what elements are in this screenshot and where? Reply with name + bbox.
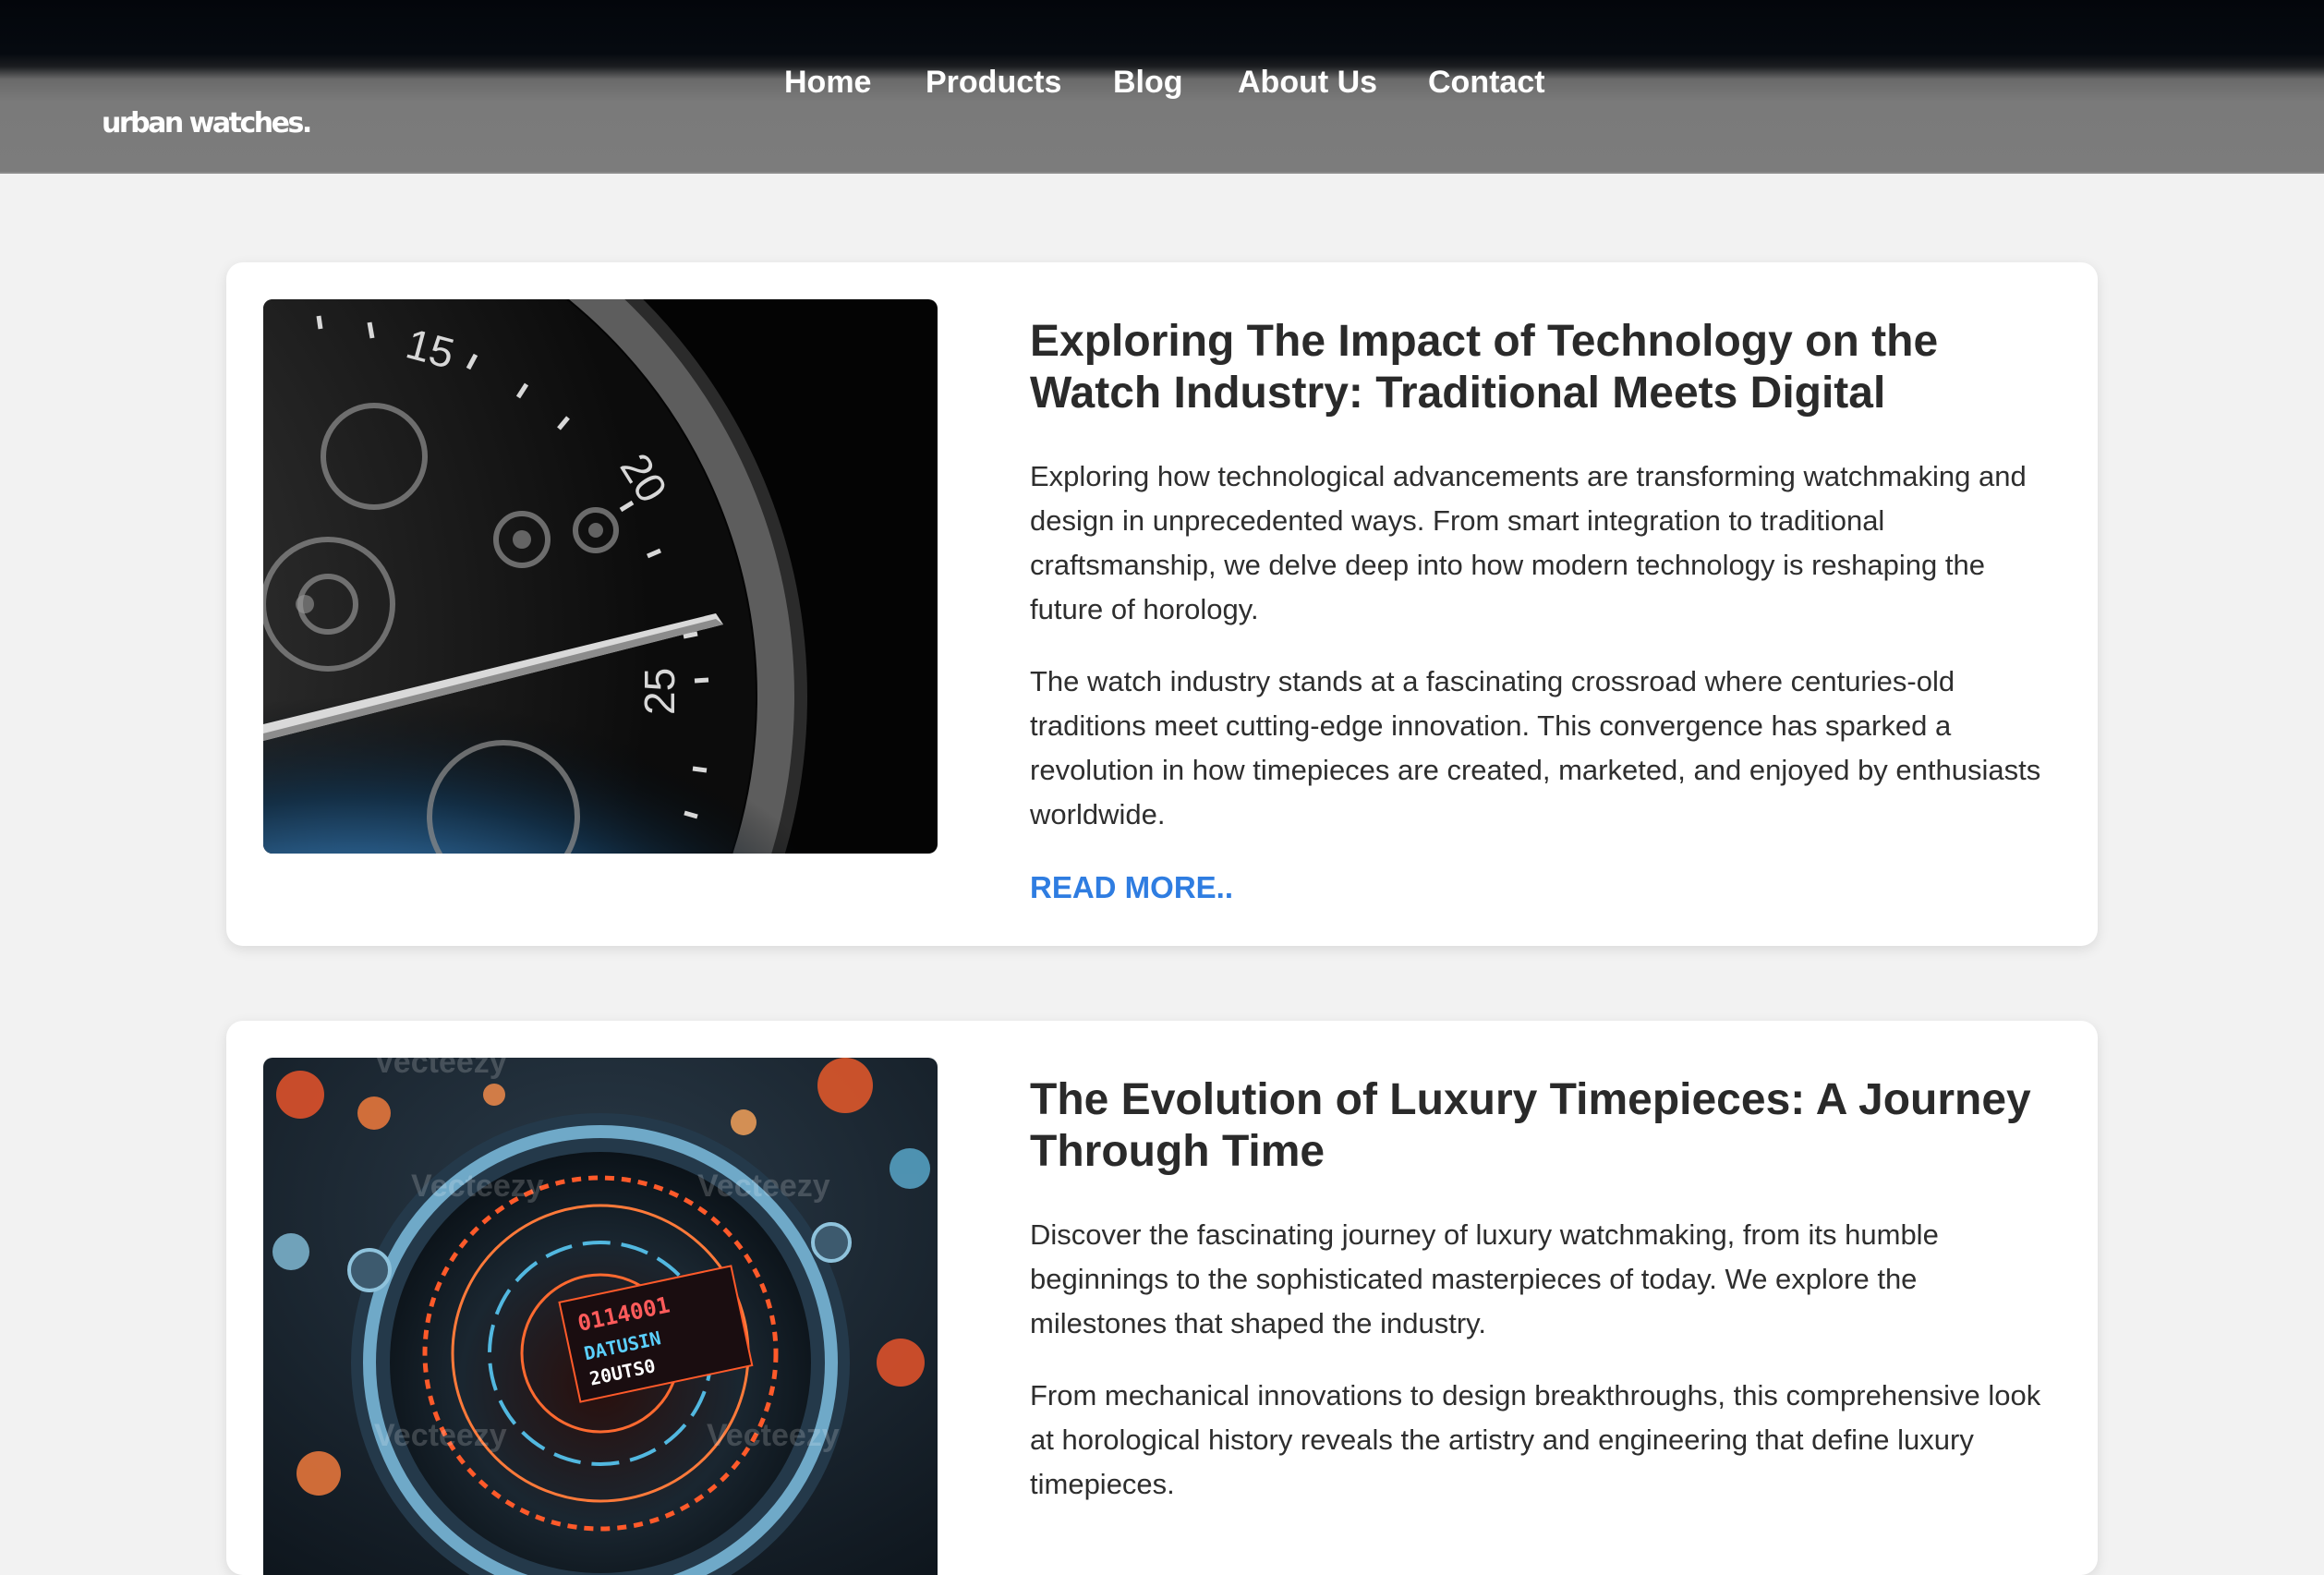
image-watermark-3: Vecteezy [697, 1169, 830, 1204]
post-image-watch-bezel[interactable]: 15 20 25 [263, 299, 938, 854]
image-watermark-1: Vecteezy [374, 1058, 507, 1080]
svg-text:25: 25 [635, 668, 684, 715]
nav-about-us[interactable]: About Us [1238, 65, 1377, 101]
image-watermark-2: Vecteezy [411, 1169, 544, 1204]
digital-watch-illustration: 0114001 DATUSIN 20UTS0 Vecteezy Vecteezy… [263, 1058, 938, 1575]
blog-post-card: 0114001 DATUSIN 20UTS0 Vecteezy Vecteezy… [226, 1021, 2098, 1575]
nav-blog[interactable]: Blog [1113, 65, 1183, 101]
post-title[interactable]: Exploring The Impact of Technology on th… [1030, 316, 2046, 419]
image-watermark-5: Vecteezy [707, 1418, 840, 1453]
post-image-digital-watch[interactable]: 0114001 DATUSIN 20UTS0 Vecteezy Vecteezy… [263, 1058, 938, 1575]
watch-bezel-illustration: 15 20 25 [263, 299, 938, 854]
site-logo[interactable]: urban watches. [102, 107, 312, 139]
site-header: urban watches. Home Products Blog About … [0, 0, 2324, 174]
post-excerpt: Exploring how technological advancements… [1030, 460, 2027, 625]
post-paragraph: From mechanical innovations to design br… [1030, 1379, 2041, 1500]
image-watermark-4: Vecteezy [374, 1418, 507, 1453]
post-title[interactable]: The Evolution of Luxury Timepieces: A Jo… [1030, 1074, 2046, 1178]
post-content: The Evolution of Luxury Timepieces: A Jo… [1030, 1074, 2046, 1534]
post-content: Exploring The Impact of Technology on th… [1030, 316, 2046, 905]
read-more-link[interactable]: READ MORE.. [1030, 870, 1233, 905]
blog-post-card: 15 20 25 Exploring The Impact of Technol… [226, 262, 2098, 946]
nav-products[interactable]: Products [926, 65, 1061, 101]
nav-home[interactable]: Home [784, 65, 871, 101]
post-paragraph: The watch industry stands at a fascinati… [1030, 665, 2041, 830]
nav-contact[interactable]: Contact [1428, 65, 1545, 101]
post-excerpt: Discover the fascinating journey of luxu… [1030, 1218, 1939, 1339]
